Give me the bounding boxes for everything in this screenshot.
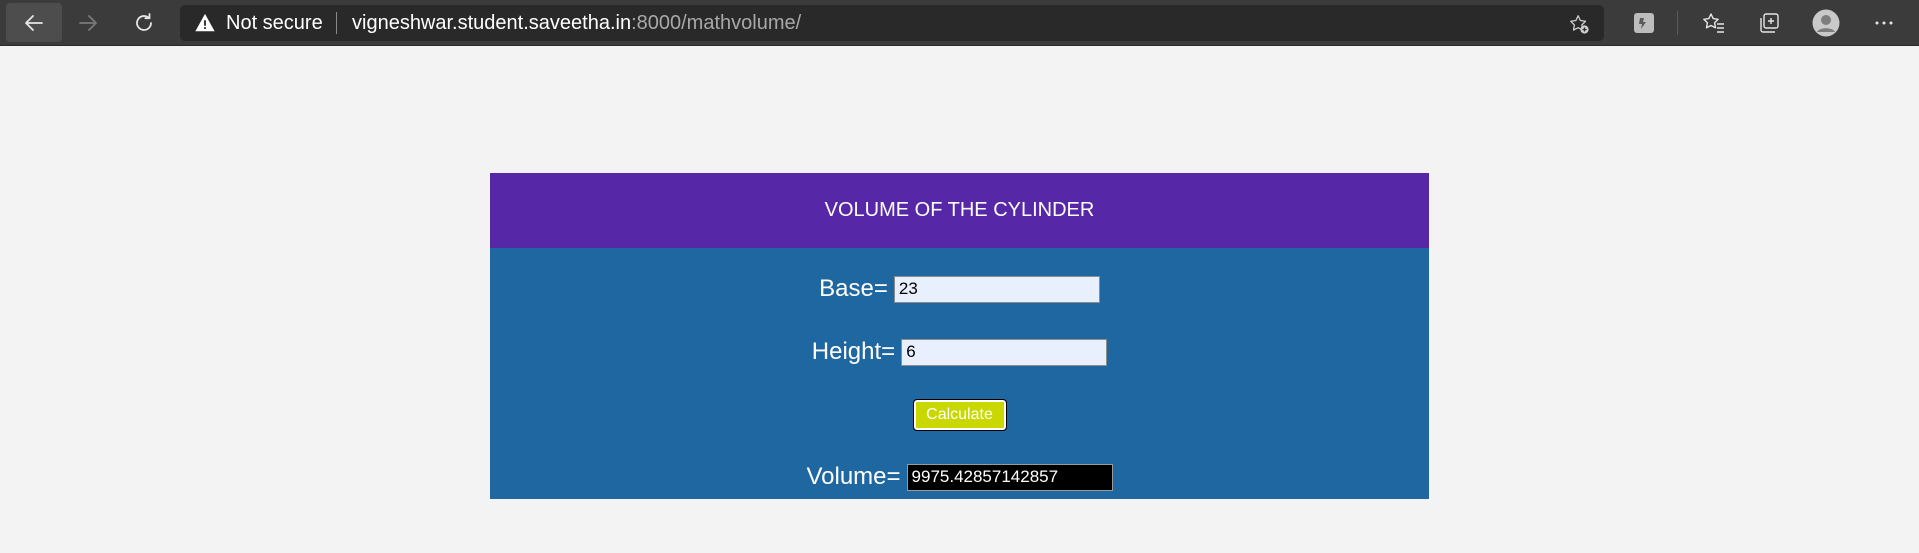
refresh-button[interactable] bbox=[116, 3, 172, 42]
volume-output[interactable] bbox=[906, 463, 1113, 491]
calculate-button[interactable]: Calculate bbox=[912, 399, 1007, 431]
more-menu-button[interactable] bbox=[1870, 9, 1898, 37]
card-header: VOLUME OF THE CYLINDER bbox=[490, 173, 1429, 248]
height-input[interactable] bbox=[901, 338, 1108, 366]
collections-icon bbox=[1760, 13, 1779, 33]
address-divider bbox=[336, 12, 337, 34]
calculate-row: Calculate bbox=[490, 399, 1429, 431]
page-title: VOLUME OF THE CYLINDER bbox=[824, 199, 1095, 221]
base-row: Base= bbox=[490, 275, 1429, 303]
base-input[interactable] bbox=[893, 275, 1100, 303]
height-row: Height= bbox=[490, 338, 1429, 366]
base-label: Base= bbox=[819, 275, 888, 302]
favorites-icon bbox=[1703, 13, 1724, 33]
toolbar-divider bbox=[1677, 11, 1678, 35]
profile-button[interactable] bbox=[1812, 9, 1840, 37]
refresh-icon bbox=[136, 12, 152, 31]
collections-button[interactable] bbox=[1755, 9, 1783, 37]
add-favorite-icon[interactable] bbox=[1568, 13, 1590, 35]
volume-label: Volume= bbox=[806, 463, 901, 490]
more-options-icon bbox=[1875, 21, 1893, 25]
extension-icon bbox=[1634, 13, 1654, 33]
address-bar[interactable]: Not secure vigneshwar.student.saveetha.i… bbox=[180, 5, 1604, 41]
url-text[interactable]: vigneshwar.student.saveetha.in:8000/math… bbox=[352, 12, 801, 35]
back-button[interactable] bbox=[6, 3, 62, 42]
arrow-right-icon bbox=[79, 14, 97, 31]
arrow-left-icon bbox=[25, 14, 43, 31]
url-host: vigneshwar.student.saveetha.in bbox=[352, 12, 632, 34]
height-label: Height= bbox=[811, 338, 896, 365]
cylinder-volume-card: VOLUME OF THE CYLINDER Base= Height= Cal… bbox=[490, 173, 1429, 499]
favorites-button[interactable] bbox=[1700, 9, 1728, 37]
browser-toolbar: Not secure vigneshwar.student.saveetha.i… bbox=[0, 0, 1919, 46]
warning-icon[interactable] bbox=[194, 12, 216, 34]
calculator-form: Base= Height= Calculate Volume= bbox=[490, 248, 1429, 499]
forward-button[interactable] bbox=[60, 3, 116, 42]
url-path: :8000/mathvolume/ bbox=[631, 12, 802, 34]
volume-row: Volume= bbox=[490, 463, 1429, 491]
profile-avatar-icon bbox=[1812, 9, 1840, 37]
extension-button[interactable] bbox=[1630, 9, 1658, 37]
security-status-label[interactable]: Not secure bbox=[226, 12, 323, 35]
